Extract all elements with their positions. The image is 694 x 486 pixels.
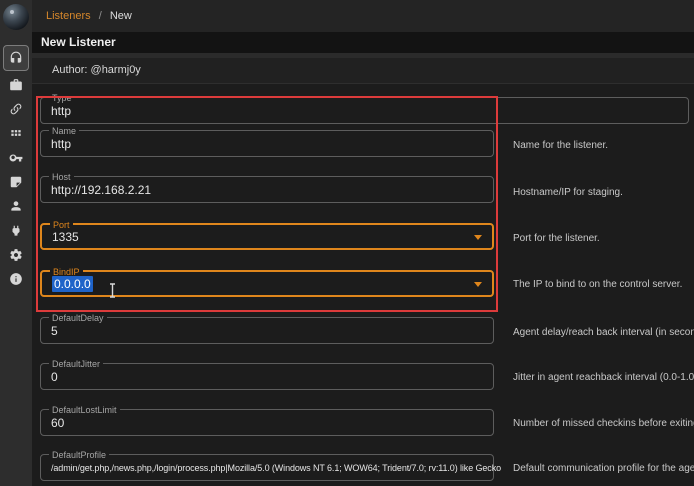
page-title: New Listener bbox=[41, 32, 116, 53]
key-icon bbox=[9, 151, 23, 165]
port-field[interactable]: Port 1335 bbox=[40, 223, 494, 250]
defaultprofile-field-label: DefaultProfile bbox=[49, 450, 109, 460]
bindip-field-description: The IP to bind to on the control server. bbox=[513, 279, 682, 290]
info-icon bbox=[9, 272, 23, 286]
author-bar: Author: @harmj0y bbox=[32, 58, 694, 84]
defaultprofile-field-description: Default communication profile for the ag… bbox=[513, 463, 694, 474]
gear-icon bbox=[9, 248, 23, 262]
briefcase-icon bbox=[9, 78, 23, 92]
sidebar-item-users[interactable] bbox=[3, 195, 29, 217]
defaultprofile-field[interactable]: DefaultProfile /admin/get.php,/news.php,… bbox=[40, 454, 494, 481]
host-field-value: http://192.168.2.21 bbox=[51, 183, 151, 197]
starkiller-logo[interactable] bbox=[3, 4, 29, 30]
name-field-label: Name bbox=[49, 126, 79, 136]
defaultdelay-field-value: 5 bbox=[51, 324, 58, 338]
grid-icon bbox=[9, 126, 23, 140]
defaultjitter-field-label: DefaultJitter bbox=[49, 359, 103, 369]
breadcrumb-listeners-link[interactable]: Listeners bbox=[46, 10, 91, 22]
breadcrumb-current: New bbox=[110, 10, 132, 22]
defaultjitter-field-value: 0 bbox=[51, 370, 58, 384]
sidebar-item-about[interactable] bbox=[3, 268, 29, 290]
type-field-value: http bbox=[51, 104, 71, 118]
defaultdelay-field[interactable]: DefaultDelay 5 bbox=[40, 317, 494, 344]
defaultlostlimit-field-value: 60 bbox=[51, 416, 64, 430]
chevron-down-icon[interactable] bbox=[474, 282, 482, 287]
defaultdelay-field-description: Agent delay/reach back interval (in seco… bbox=[513, 327, 694, 338]
defaultjitter-field-description: Jitter in agent reachback interval (0.0-… bbox=[513, 372, 694, 383]
port-field-label: Port bbox=[50, 220, 73, 230]
sidebar-item-reporting[interactable] bbox=[3, 171, 29, 193]
name-field[interactable]: Name http bbox=[40, 130, 494, 157]
breadcrumb-separator: / bbox=[99, 10, 102, 22]
type-field-label: Type bbox=[49, 93, 75, 103]
breadcrumb: Listeners / New bbox=[46, 0, 132, 32]
sidebar-item-plugins[interactable] bbox=[3, 220, 29, 242]
sidebar bbox=[0, 0, 32, 486]
top-bar: Listeners / New bbox=[32, 0, 694, 32]
sidebar-item-credentials[interactable] bbox=[3, 147, 29, 169]
note-icon bbox=[9, 175, 23, 189]
type-field[interactable]: Type http bbox=[40, 97, 689, 124]
defaultlostlimit-field-label: DefaultLostLimit bbox=[49, 405, 120, 415]
defaultlostlimit-field[interactable]: DefaultLostLimit 60 bbox=[40, 409, 494, 436]
plug-icon bbox=[9, 224, 23, 238]
bindip-field[interactable]: BindIP 0.0.0.0 bbox=[40, 270, 494, 297]
port-field-description: Port for the listener. bbox=[513, 233, 600, 244]
name-field-value: http bbox=[51, 137, 71, 151]
person-icon bbox=[9, 199, 23, 213]
host-field-description: Hostname/IP for staging. bbox=[513, 187, 623, 198]
defaultdelay-field-label: DefaultDelay bbox=[49, 313, 107, 323]
sidebar-item-settings[interactable] bbox=[3, 244, 29, 266]
sidebar-item-modules[interactable] bbox=[3, 122, 29, 144]
port-field-value: 1335 bbox=[52, 230, 79, 244]
author-text: Author: @harmj0y bbox=[52, 58, 141, 83]
chevron-down-icon[interactable] bbox=[474, 235, 482, 240]
starkiller-app: { "app": { "breadcrumb": { "section": "L… bbox=[0, 0, 694, 486]
page-title-bar: New Listener bbox=[32, 32, 694, 53]
sidebar-item-listeners[interactable] bbox=[3, 45, 29, 71]
host-field[interactable]: Host http://192.168.2.21 bbox=[40, 176, 494, 203]
bindip-field-value: 0.0.0.0 bbox=[52, 276, 93, 292]
sidebar-item-agents[interactable] bbox=[3, 98, 29, 120]
defaultlostlimit-field-description: Number of missed checkins before exiting bbox=[513, 418, 694, 429]
headset-icon bbox=[9, 51, 23, 65]
host-field-label: Host bbox=[49, 172, 74, 182]
defaultprofile-field-value: /admin/get.php,/news.php,/login/process.… bbox=[51, 463, 501, 473]
defaultjitter-field[interactable]: DefaultJitter 0 bbox=[40, 363, 494, 390]
link-icon bbox=[9, 102, 23, 116]
name-field-description: Name for the listener. bbox=[513, 140, 608, 151]
sidebar-item-stagers[interactable] bbox=[3, 74, 29, 96]
